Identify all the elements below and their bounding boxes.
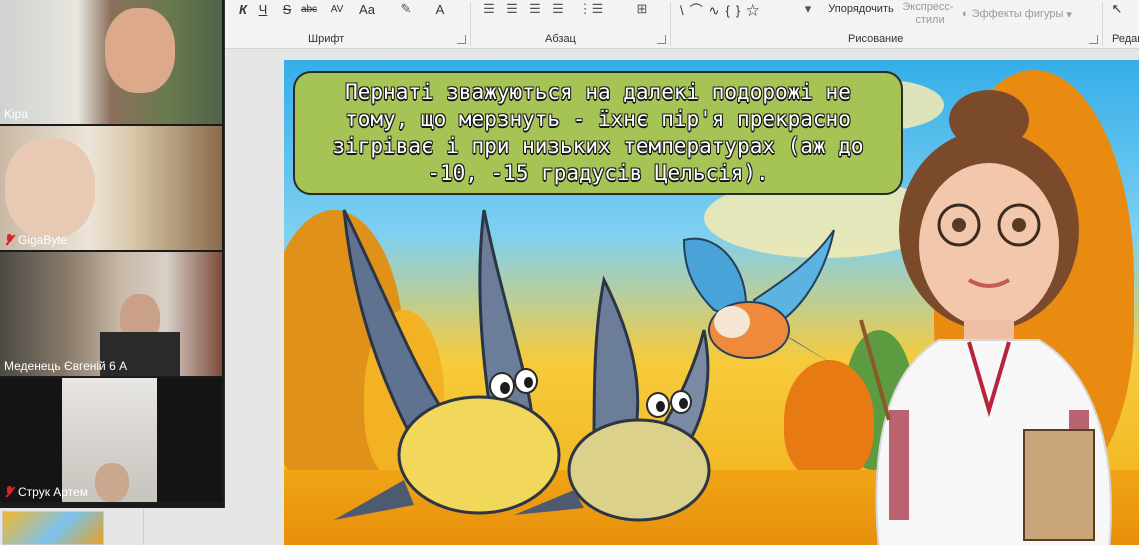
app-window: К Ч S abc AV Aa ✎ A Шрифт ☰ ☰ ☰ ☰ ⋮☰ ⊞ А… xyxy=(0,0,1139,545)
slide-thumbnail[interactable] xyxy=(2,511,104,545)
bird-eye xyxy=(489,372,515,400)
participant-name: Меденець Євгеній 6 А xyxy=(4,359,128,373)
character-spacing-button[interactable]: AV xyxy=(326,0,348,18)
select-cursor-icon[interactable]: ↖ xyxy=(1110,0,1124,18)
editing-group-label: Редак xyxy=(1112,33,1139,45)
quick-styles-line2: стили xyxy=(915,14,945,26)
participant-video xyxy=(105,8,175,93)
shape-effects-label: Эффекты фигуры xyxy=(971,8,1064,20)
group-separator xyxy=(1102,2,1103,46)
muted-mic-icon xyxy=(4,486,15,498)
arrange-button[interactable]: Упорядочить xyxy=(822,0,900,18)
strikethrough-button[interactable]: abc xyxy=(298,0,320,18)
shadow-text-button[interactable]: S xyxy=(280,0,294,18)
drawing-group-label: Рисование xyxy=(848,33,904,45)
bird-eye xyxy=(646,392,670,418)
birds-illustration xyxy=(334,209,711,522)
group-separator xyxy=(470,2,471,46)
font-dialog-launcher-icon[interactable] xyxy=(457,35,466,44)
bluebird-illustration xyxy=(682,229,835,365)
shapes-gallery[interactable]: \⌒∿{}☆ xyxy=(680,0,800,18)
thumbnail-divider xyxy=(143,508,144,545)
change-case-button[interactable]: Aa xyxy=(355,0,379,18)
highlight-icon[interactable]: ✎ xyxy=(393,0,419,18)
participants-panel: Kipa GigaByte Меденець Євгеній 6 А Струк… xyxy=(0,0,225,508)
participant-face xyxy=(95,463,129,502)
group-separator xyxy=(670,2,671,46)
shape-effects-icon: ◐ xyxy=(962,8,972,20)
columns-icon[interactable]: ⋮☰ xyxy=(578,0,604,18)
paragraph-dialog-launcher-icon[interactable] xyxy=(657,35,666,44)
font-group-label: Шрифт xyxy=(308,33,345,45)
quick-styles-button[interactable]: Экспресс- xyxy=(898,0,958,14)
align-center-icon[interactable]: ☰ xyxy=(503,0,521,18)
participant-name: GigaByte xyxy=(4,233,67,247)
align-left-icon[interactable]: ☰ xyxy=(480,0,498,18)
justify-icon[interactable]: ☰ xyxy=(549,0,567,18)
font-color-button[interactable]: A xyxy=(432,0,448,18)
participant-name: Kipa xyxy=(4,107,29,121)
underline-button[interactable]: Ч xyxy=(256,0,270,18)
participant-tile[interactable]: Меденець Євгеній 6 А xyxy=(0,252,222,376)
participant-tile[interactable]: Струк Артем xyxy=(0,378,222,502)
paragraph-group-label: Абзац xyxy=(545,33,576,45)
drawing-dialog-launcher-icon[interactable] xyxy=(1089,35,1098,44)
participant-name: Струк Артем xyxy=(4,485,88,499)
participant-tile[interactable]: Kipa xyxy=(0,0,222,124)
muted-mic-icon xyxy=(4,234,15,246)
shape-effects-button[interactable]: ◐ Эффекты фигуры ▾ xyxy=(962,7,1090,21)
italic-button[interactable]: К xyxy=(236,0,250,18)
align-right-icon[interactable]: ☰ xyxy=(526,0,544,18)
participant-tile[interactable]: GigaByte xyxy=(0,126,222,250)
bird-eye xyxy=(670,390,692,414)
slide-text: Пернаті зважуються на далекі подорожі не… xyxy=(332,80,864,185)
smartart-icon[interactable]: ⊞ xyxy=(630,0,654,18)
bird-eye xyxy=(514,368,538,394)
participant-video xyxy=(5,138,95,238)
shapes-more-icon[interactable]: ▾ xyxy=(800,0,816,18)
slide-textbox[interactable]: Пернаті зважуються на далекі подорожі не… xyxy=(293,71,903,195)
